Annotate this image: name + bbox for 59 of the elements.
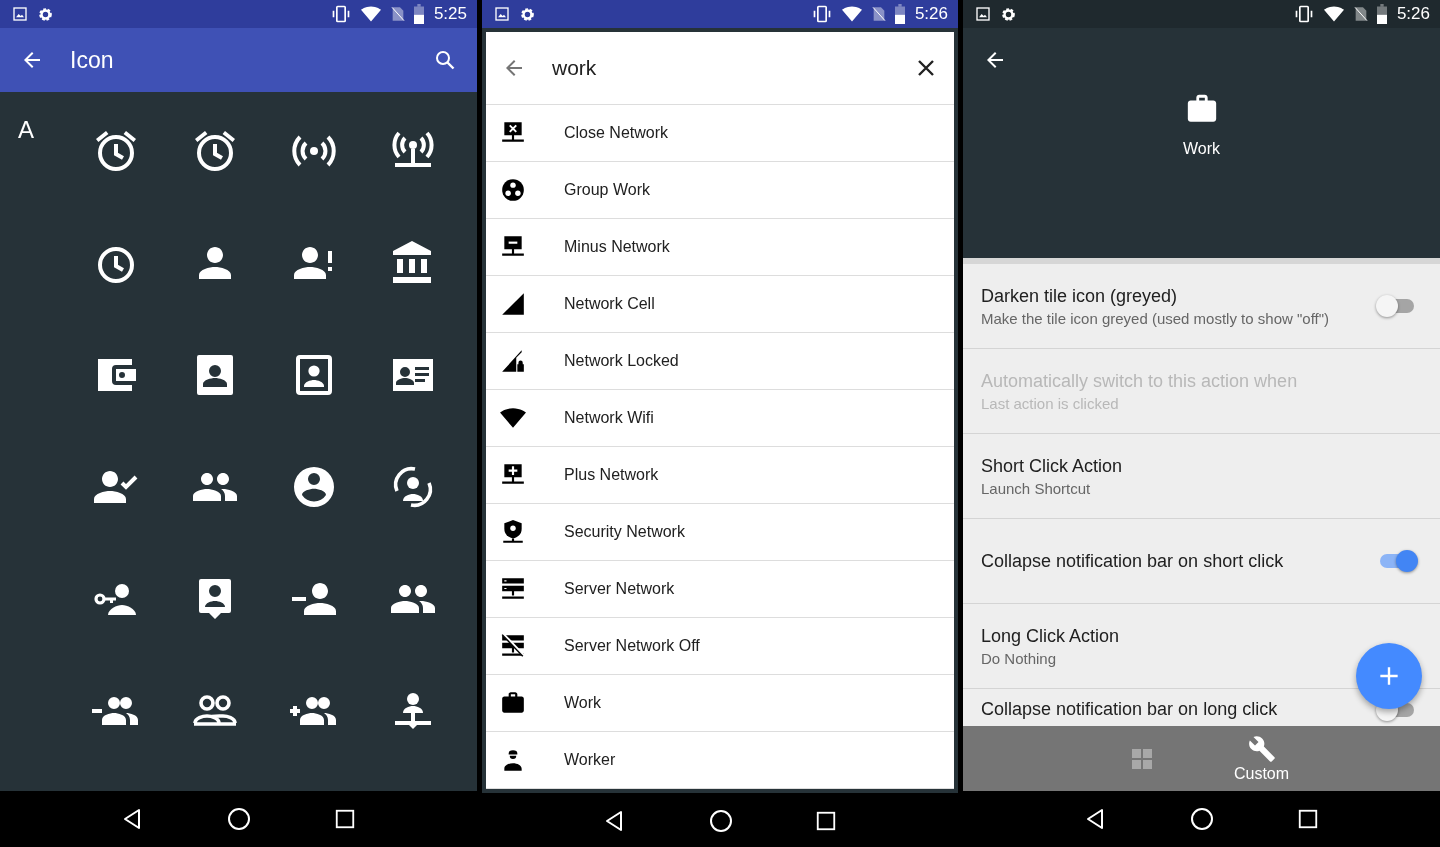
grid-icon bbox=[1129, 746, 1154, 771]
status-time: 5:26 bbox=[1396, 4, 1430, 24]
tile-label: Work bbox=[1182, 140, 1220, 158]
setting-row[interactable]: Short Click Action Launch Shortcut bbox=[963, 434, 1440, 519]
home-icon[interactable] bbox=[1190, 807, 1215, 831]
signal-lock-icon bbox=[500, 348, 526, 374]
result-item[interactable]: Server Network Off bbox=[486, 618, 954, 675]
result-item[interactable]: Network Cell bbox=[486, 276, 954, 333]
home-icon[interactable] bbox=[709, 809, 733, 833]
result-item[interactable]: Server Network bbox=[486, 561, 954, 618]
no-sim-icon bbox=[870, 5, 887, 23]
three-dots-circle-icon bbox=[500, 177, 526, 203]
setting-title: Collapse notification bar on long click bbox=[981, 699, 1279, 720]
wifi-icon bbox=[1322, 4, 1345, 24]
no-sim-icon bbox=[389, 5, 406, 23]
setting-title: Long Click Action bbox=[981, 625, 1121, 647]
wifi-icon bbox=[359, 4, 382, 24]
wrench-icon bbox=[1247, 734, 1276, 763]
wifi-icon bbox=[840, 4, 863, 24]
image-icon bbox=[975, 6, 991, 22]
search-icon[interactable] bbox=[433, 48, 457, 72]
toolbar-title: Icon bbox=[70, 46, 114, 74]
bottom-nav-tab[interactable]: Custom bbox=[1231, 726, 1292, 791]
setting-summary: Do Nothing bbox=[981, 649, 1058, 667]
result-item[interactable]: Network Locked bbox=[486, 333, 954, 390]
setting-summary: Launch Shortcut bbox=[981, 479, 1092, 497]
server-off-icon bbox=[500, 633, 526, 659]
result-item[interactable]: Security Network bbox=[486, 504, 954, 561]
result-item[interactable]: Work bbox=[486, 675, 954, 732]
image-icon bbox=[12, 6, 28, 22]
image-icon bbox=[494, 6, 510, 22]
recents-icon[interactable] bbox=[333, 808, 356, 830]
status-time: 5:25 bbox=[433, 4, 467, 24]
search-field[interactable]: work bbox=[552, 52, 888, 84]
home-icon[interactable] bbox=[227, 807, 252, 831]
briefcase-icon bbox=[500, 690, 526, 716]
setting-summary: Make the tile icon greyed (used mostly to show "off") bbox=[981, 309, 1331, 327]
setting-title: Short Click Action bbox=[981, 455, 1124, 477]
result-item[interactable]: Network Wifi bbox=[486, 390, 954, 447]
result-item[interactable]: Group Work bbox=[486, 162, 954, 219]
setting-title: Darken tile icon (greyed) bbox=[981, 285, 1179, 307]
battery-icon bbox=[413, 4, 424, 24]
setting-row[interactable]: Darken tile icon (greyed) Make the tile icon greyed (used mostly to show "off") bbox=[963, 264, 1440, 349]
setting-title: Collapse notification bar on short click bbox=[981, 550, 1285, 572]
section-letter: A bbox=[18, 116, 35, 144]
battery-icon bbox=[1376, 4, 1387, 24]
result-item[interactable]: Close Network bbox=[486, 105, 954, 162]
status-time: 5:26 bbox=[914, 4, 948, 24]
result-item[interactable]: Plus Network bbox=[486, 447, 954, 504]
recents-icon[interactable] bbox=[1296, 808, 1319, 830]
battery-icon bbox=[894, 4, 905, 24]
result-item[interactable]: Worker bbox=[486, 732, 954, 789]
no-sim-icon bbox=[1352, 5, 1369, 23]
server-icon bbox=[500, 576, 526, 602]
recents-icon[interactable] bbox=[815, 810, 837, 832]
result-item[interactable]: Minus Network bbox=[486, 219, 954, 276]
shield-icon bbox=[500, 519, 526, 545]
signal-icon bbox=[500, 291, 526, 317]
setting-row[interactable]: Collapse notification bar on short click bbox=[963, 519, 1440, 604]
